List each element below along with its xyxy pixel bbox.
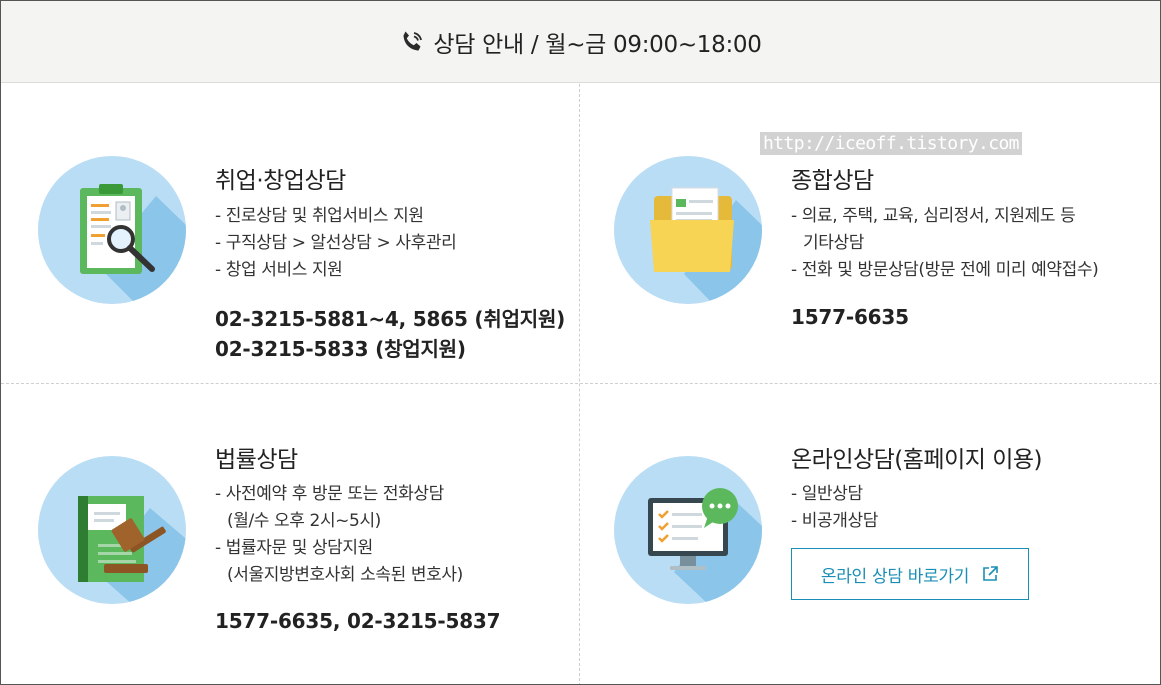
monitor-chat-icon <box>614 456 762 604</box>
online-counsel-button[interactable]: 온라인 상담 바로가기 <box>791 548 1029 600</box>
list-item: - 구직상담 > 알선상담 > 사후관리 <box>215 233 457 253</box>
list-item: 기타상담 <box>803 233 864 253</box>
card-title: 법률상담 <box>215 447 298 473</box>
phone-number: 1577-6635, 02-3215-5837 <box>215 609 501 633</box>
card-item-list: - 의료, 주택, 교육, 심리정서, 지원제도 등 기타상담 - 전화 및 방… <box>791 203 1099 284</box>
card-legal: 법률상담 - 사전예약 후 방문 또는 전화상담 (월/수 오후 2시~5시) … <box>1 384 579 684</box>
list-item: - 법률자문 및 상담지원 <box>215 538 373 558</box>
list-item: - 진로상담 및 취업서비스 지원 <box>215 206 424 226</box>
counseling-guide-panel: 상담 안내 / 월~금 09:00~18:00 http://iceoff.ti… <box>0 0 1161 685</box>
card-item-list: - 진로상담 및 취업서비스 지원 - 구직상담 > 알선상담 > 사후관리 -… <box>215 203 457 284</box>
law-book-gavel-icon <box>38 456 186 604</box>
list-item: (월/수 오후 2시~5시) <box>227 511 381 531</box>
list-item: (서울지방변호사회 소속된 변호사) <box>227 565 463 585</box>
card-item-list: - 일반상담 - 비공개상담 <box>791 481 878 535</box>
phone-icon <box>403 31 423 50</box>
list-item: - 일반상담 <box>791 484 863 504</box>
external-link-icon <box>983 566 998 581</box>
phone-numbers: 1577-6635, 02-3215-5837 <box>215 606 501 636</box>
header-title: 상담 안내 / 월~금 09:00~18:00 <box>433 31 762 58</box>
card-employment: 취업·창업상담 - 진로상담 및 취업서비스 지원 - 구직상담 > 알선상담 … <box>1 84 579 383</box>
list-item: - 전화 및 방문상담(방문 전에 미리 예약접수) <box>791 260 1099 280</box>
clipboard-magnifier-icon <box>38 156 186 304</box>
phone-numbers: 1577-6635 <box>791 302 909 332</box>
card-item-list: - 사전예약 후 방문 또는 전화상담 (월/수 오후 2시~5시) - 법률자… <box>215 481 463 589</box>
phone-number: 1577-6635 <box>791 305 909 329</box>
list-item: - 비공개상담 <box>791 511 878 531</box>
card-title: 취업·창업상담 <box>215 168 346 194</box>
phone-numbers: 02-3215-5881~4, 5865 (취업지원) 02-3215-5833… <box>215 304 565 364</box>
card-general: 종합상담 - 의료, 주택, 교육, 심리정서, 지원제도 등 기타상담 - 전… <box>580 84 1160 383</box>
card-title: 온라인상담(홈페이지 이용) <box>791 447 1043 473</box>
phone-number: 02-3215-5833 (창업지원) <box>215 337 466 361</box>
phone-number: 02-3215-5881~4, 5865 (취업지원) <box>215 307 566 331</box>
card-title: 종합상담 <box>791 168 874 194</box>
card-online: 온라인상담(홈페이지 이용) - 일반상담 - 비공개상담 <box>580 384 1160 684</box>
list-item: - 사전예약 후 방문 또는 전화상담 <box>215 484 444 504</box>
online-counsel-button-label: 온라인 상담 바로가기 <box>820 566 970 587</box>
folder-icon <box>614 156 762 304</box>
list-item: - 의료, 주택, 교육, 심리정서, 지원제도 등 <box>791 206 1076 226</box>
header-bar: 상담 안내 / 월~금 09:00~18:00 <box>1 1 1160 83</box>
list-item: - 창업 서비스 지원 <box>215 260 343 280</box>
